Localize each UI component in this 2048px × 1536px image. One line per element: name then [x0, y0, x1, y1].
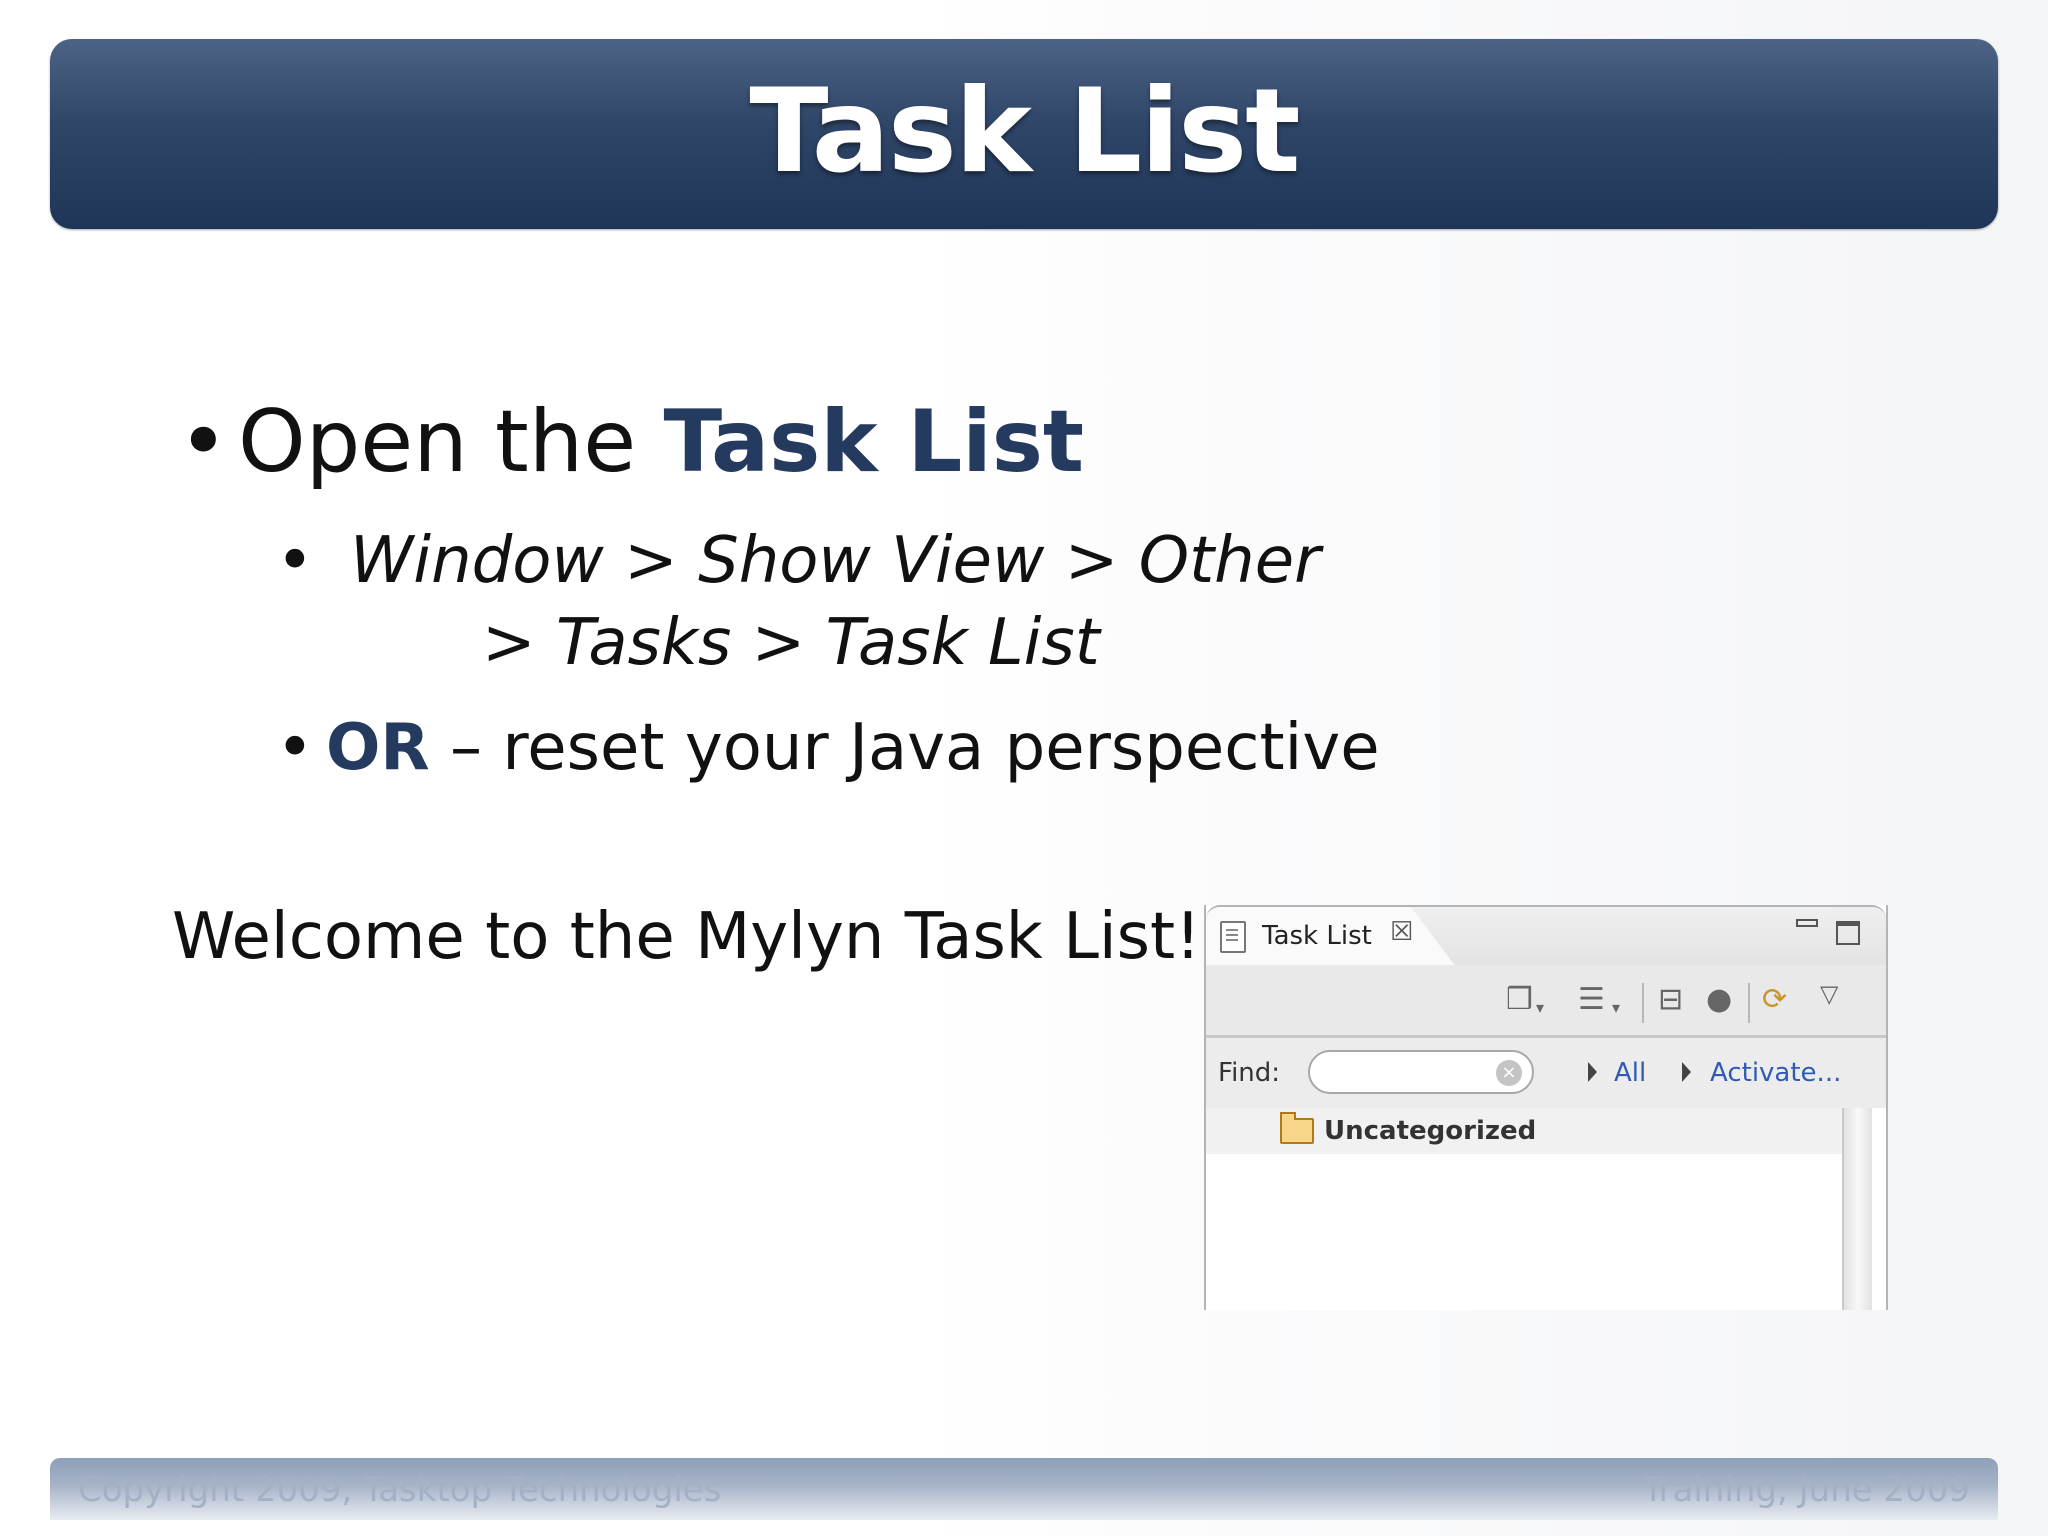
task-tree: Uncategorized — [1206, 1108, 1886, 1310]
activate-link[interactable]: Activate... — [1710, 1058, 1841, 1088]
task-list-icon — [1220, 921, 1246, 953]
maximize-icon[interactable] — [1836, 921, 1860, 945]
bullet1-emphasis: Task List — [663, 392, 1085, 492]
toolbar-separator — [1748, 983, 1750, 1023]
bullet1-text: Open the — [238, 392, 664, 492]
bullet-dot: • — [178, 392, 229, 492]
find-label: Find: — [1218, 1058, 1281, 1088]
triangle-right-icon — [1682, 1062, 1691, 1082]
bullet-menu-path: • Window > Show View > Other — [276, 524, 1320, 598]
bullet3-text: – reset your Java perspective — [429, 711, 1380, 785]
bullet-open-task-list: • Open the Task List — [178, 392, 1084, 492]
menu-path-line1: Window > Show View > Other — [350, 524, 1321, 598]
close-icon[interactable]: ☒ — [1390, 917, 1413, 947]
bullet-dot: • — [276, 524, 314, 598]
list-item[interactable]: Uncategorized — [1206, 1108, 1846, 1154]
tab-task-list[interactable]: Task List ☒ — [1206, 907, 1456, 967]
scrollbar[interactable] — [1842, 1108, 1872, 1310]
toolbar-separator — [1642, 983, 1644, 1023]
bullet-reset-perspective: • OR – reset your Java perspective — [276, 711, 1380, 785]
new-task-icon[interactable]: ❒ — [1506, 985, 1533, 1015]
title-bar: Task List — [50, 39, 1998, 229]
minimize-icon[interactable] — [1796, 919, 1818, 927]
presentation-icon[interactable]: ☰ — [1578, 985, 1605, 1015]
collapse-all-icon[interactable]: ⊟ — [1658, 985, 1683, 1015]
welcome-text: Welcome to the Mylyn Task List! — [172, 900, 1201, 974]
menu-path-line2: > Tasks > Task List — [482, 606, 1100, 680]
bullet-dot: • — [276, 711, 314, 785]
chevron-down-icon[interactable]: ▾ — [1536, 993, 1544, 1023]
slide-title: Task List — [749, 63, 1300, 199]
view-toolbar: ❒ ▾ ☰ ▾ ⊟ ● ⟳ ▽ — [1206, 965, 1886, 1038]
chevron-down-icon[interactable]: ▾ — [1612, 993, 1620, 1023]
focus-icon[interactable]: ● — [1706, 985, 1732, 1015]
filter-all-link[interactable]: All — [1614, 1058, 1646, 1088]
bullet3-emphasis: OR — [326, 711, 430, 785]
task-list-view: Task List ☒ ❒ ▾ ☰ ▾ ⊟ ● ⟳ ▽ Find: × All … — [1204, 905, 1888, 1310]
tab-label: Task List — [1262, 921, 1372, 951]
footer-bar: Copyright 2009, Tasktop Technologies Tra… — [50, 1458, 1998, 1520]
view-menu-icon[interactable]: ▽ — [1820, 979, 1838, 1009]
triangle-right-icon — [1588, 1062, 1597, 1082]
clear-icon[interactable]: × — [1496, 1060, 1522, 1086]
footer-copyright: Copyright 2009, Tasktop Technologies — [78, 1470, 722, 1510]
synchronize-icon[interactable]: ⟳ — [1762, 985, 1787, 1015]
category-label: Uncategorized — [1324, 1116, 1537, 1146]
view-header: Task List ☒ — [1206, 905, 1886, 967]
folder-icon — [1280, 1112, 1314, 1144]
footer-date: Training, June 2009 — [1642, 1470, 1970, 1510]
find-bar: Find: × All Activate... — [1206, 1038, 1886, 1108]
